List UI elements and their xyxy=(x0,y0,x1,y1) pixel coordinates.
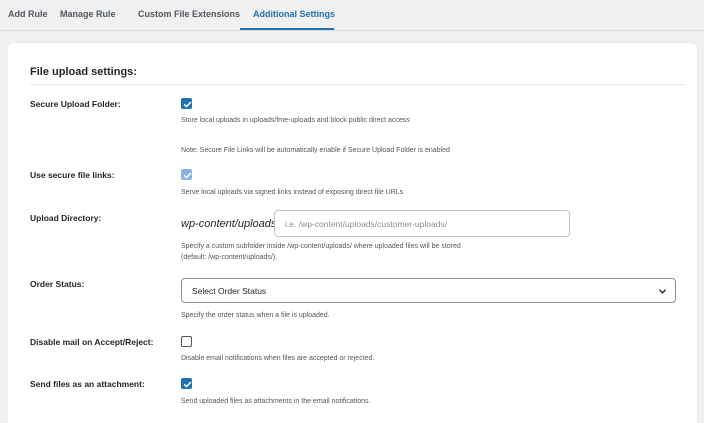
secure-folder-label: Secure Upload Folder: xyxy=(30,99,121,109)
chevron-down-icon xyxy=(659,289,666,294)
section-divider xyxy=(30,84,686,85)
disable-mail-checkbox[interactable] xyxy=(181,336,192,347)
upload-directory-description: Specify a custom subfolder inside /wp-co… xyxy=(181,243,461,250)
order-status-description: Specify the order status when a file is … xyxy=(181,312,330,319)
tab-add-rule[interactable]: Add Rule xyxy=(8,8,48,20)
upload-directory-prefix: wp-content/uploads/: xyxy=(181,218,283,230)
active-tab-indicator xyxy=(240,28,334,30)
settings-card: File upload settings: Secure Upload Fold… xyxy=(8,43,697,423)
secure-folder-note: Note: Secure File Links will be automati… xyxy=(181,147,450,154)
section-title: File upload settings: xyxy=(30,66,137,78)
attachment-label: Send files as an attachment: xyxy=(30,379,145,389)
attachment-checkbox[interactable] xyxy=(181,378,192,389)
upload-directory-input[interactable] xyxy=(274,210,570,237)
tab-additional-settings[interactable]: Additional Settings xyxy=(253,8,335,20)
secure-links-label: Use secure file links: xyxy=(30,170,115,180)
tab-manage-rule[interactable]: Manage Rule xyxy=(60,8,116,20)
order-status-select[interactable]: Select Order Status xyxy=(181,278,676,303)
attachment-description: Send uploaded files as attachments in th… xyxy=(181,398,371,405)
order-status-label: Order Status: xyxy=(30,279,85,289)
secure-links-description: Serve local uploads via signed links ins… xyxy=(181,189,404,196)
secure-links-checkbox[interactable] xyxy=(181,169,192,180)
check-icon xyxy=(183,381,192,388)
order-status-selected-value: Select Order Status xyxy=(192,286,267,296)
secure-folder-checkbox[interactable] xyxy=(181,98,192,109)
upload-directory-label: Upload Directory: xyxy=(30,213,102,223)
secure-folder-description: Store local uploads in uploads/fme-uploa… xyxy=(181,117,410,124)
tab-custom-file-extensions[interactable]: Custom File Extensions xyxy=(138,8,240,20)
settings-tabs: Add Rule Manage Rule Custom File Extensi… xyxy=(0,0,704,31)
check-icon xyxy=(183,101,192,108)
upload-directory-default: (default: /wp-content/uploads/). xyxy=(181,254,278,261)
check-icon xyxy=(183,172,192,179)
disable-mail-description: Disable email notifications when files a… xyxy=(181,355,375,362)
disable-mail-label: Disable mail on Accept/Reject: xyxy=(30,337,154,347)
